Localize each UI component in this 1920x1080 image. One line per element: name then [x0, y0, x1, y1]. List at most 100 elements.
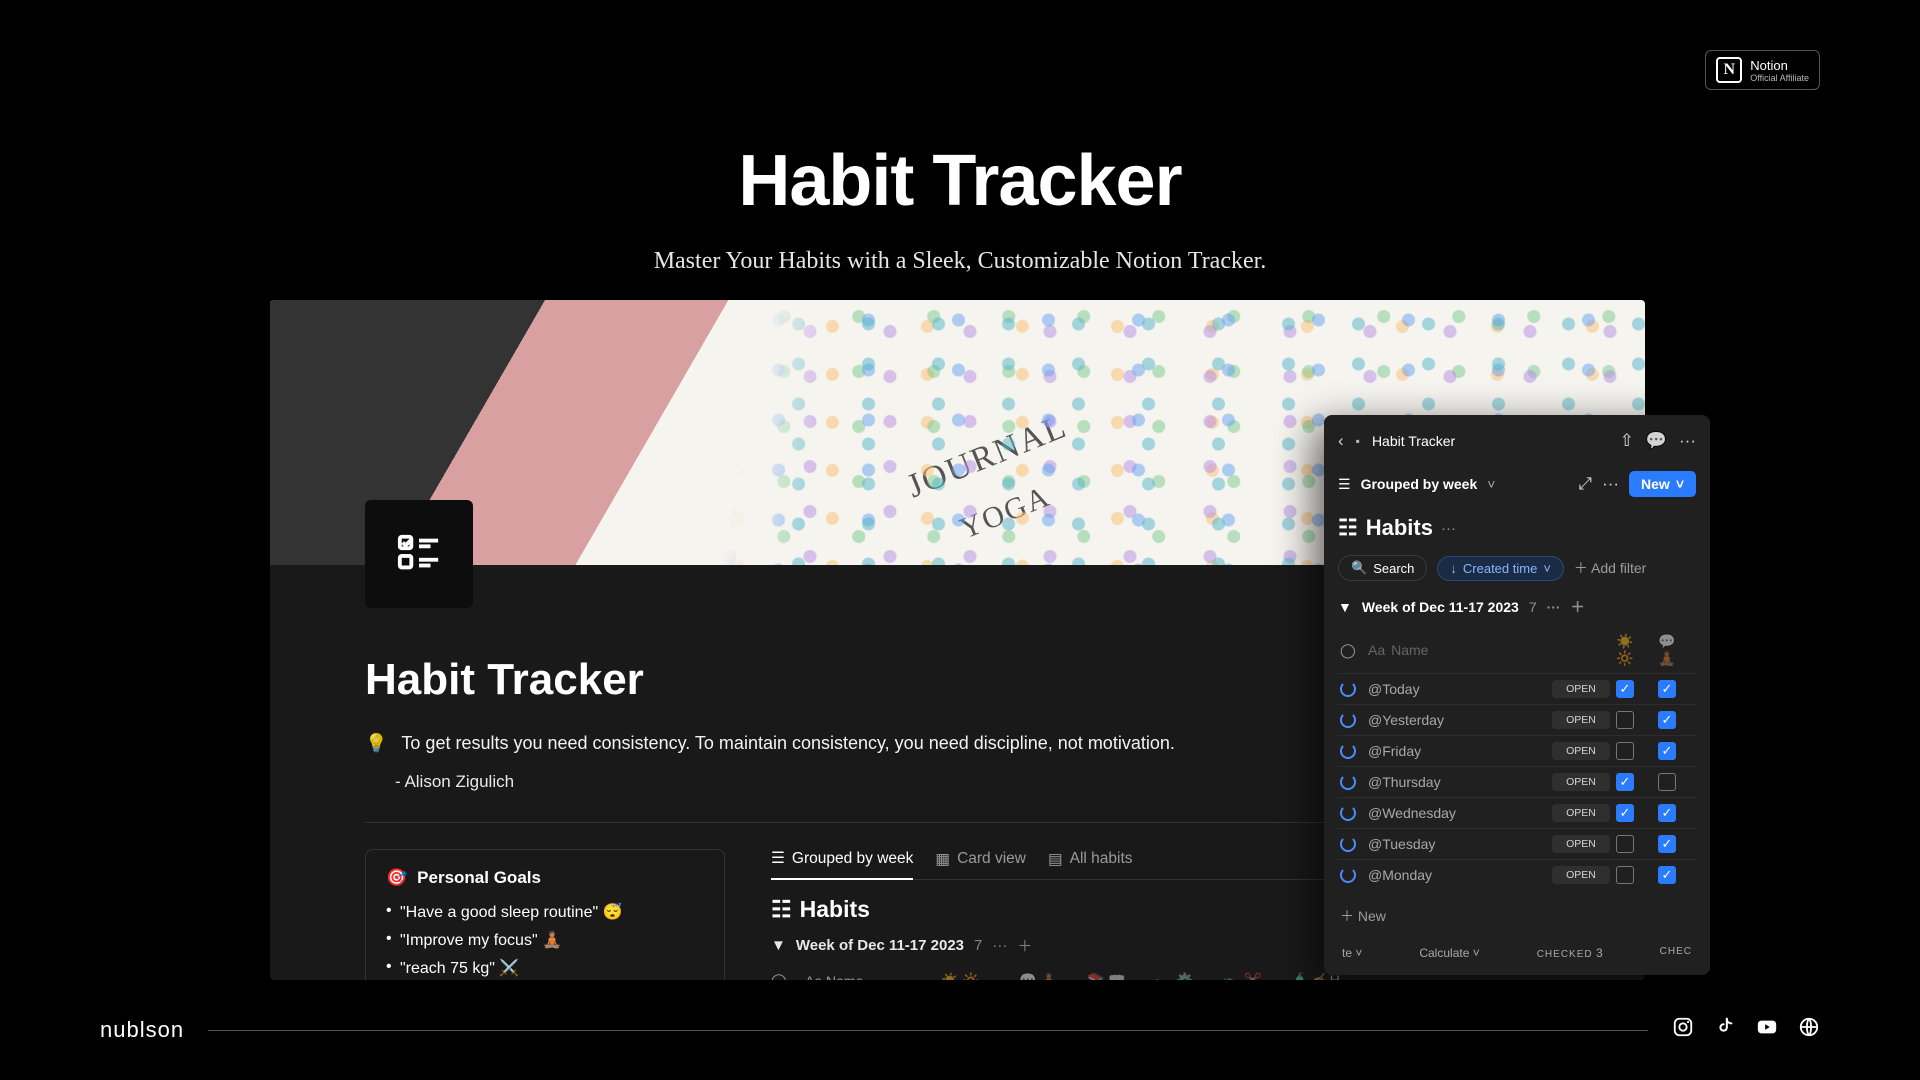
caret-down-icon[interactable]: ▼ [771, 937, 786, 954]
list-icon: ☷ [1338, 515, 1358, 541]
plus-icon[interactable]: ＋ [1571, 597, 1585, 617]
checkbox[interactable] [1616, 835, 1634, 853]
checked-label: CHECKED [1537, 949, 1593, 960]
affiliate-brand: Notion [1750, 58, 1788, 73]
cover-handwriting-2: YOGA [955, 480, 1056, 547]
page-footer: nublson [100, 1016, 1820, 1044]
goal-item: "Improve my focus" 🧘🏽 [400, 930, 704, 950]
row-name[interactable]: @Today [1368, 681, 1546, 697]
tiktok-icon[interactable] [1714, 1016, 1736, 1044]
open-button[interactable]: OPEN [1552, 711, 1610, 729]
view-name[interactable]: Grouped by week [1361, 476, 1478, 492]
hero-subtitle: Master Your Habits with a Sleek, Customi… [0, 248, 1920, 275]
table-row[interactable]: @Thursday OPEN [1338, 766, 1696, 797]
checkbox[interactable] [1658, 680, 1676, 698]
row-name[interactable]: @Monday [1368, 867, 1546, 883]
footer-truncated-right: CHEC [1660, 946, 1692, 960]
share-icon[interactable]: ⇧ [1620, 431, 1634, 451]
cover-handwriting-1: JOURNAL [902, 408, 1073, 507]
table-row[interactable]: @Yesterday OPEN [1338, 704, 1696, 735]
more-icon[interactable]: ··· [1602, 474, 1619, 494]
chevron-down-icon: ˅ [1676, 476, 1684, 492]
checkbox[interactable] [1658, 773, 1676, 791]
checkbox[interactable] [1616, 742, 1634, 760]
tab-all-habits[interactable]: ▤All habits [1048, 849, 1133, 869]
more-icon[interactable]: ··· [992, 937, 1007, 954]
checkbox[interactable] [1616, 680, 1634, 698]
grid-icon: ▦ [935, 850, 950, 869]
new-row-button[interactable]: ＋ New [1338, 900, 1696, 932]
notion-logo-icon: N [1716, 57, 1742, 83]
checkbox[interactable] [1616, 711, 1634, 729]
progress-spinner-icon [1340, 774, 1356, 790]
checkbox[interactable] [1616, 773, 1634, 791]
page-icon[interactable] [365, 500, 473, 608]
row-name[interactable]: @Friday [1368, 743, 1546, 759]
table-icon: ▤ [1048, 850, 1063, 869]
row-name[interactable]: @Wednesday [1368, 805, 1546, 821]
list-icon: ☷ [771, 896, 792, 923]
checkbox[interactable] [1616, 804, 1634, 822]
checkbox[interactable] [1658, 711, 1676, 729]
goal-item: "Have a good sleep routine" 😴 [400, 902, 704, 922]
breadcrumb[interactable]: Habit Tracker [1372, 433, 1608, 449]
table-row[interactable]: @Today OPEN [1338, 673, 1696, 704]
table-row[interactable]: @Wednesday OPEN [1338, 797, 1696, 828]
open-button[interactable]: OPEN [1552, 866, 1610, 884]
expand-icon[interactable]: ⤢ [1578, 474, 1592, 494]
group-count: 7 [1529, 599, 1537, 615]
sort-created-time[interactable]: ↓ Created time ˅ [1437, 556, 1564, 581]
globe-icon[interactable] [1798, 1016, 1820, 1044]
instagram-icon[interactable] [1672, 1016, 1694, 1044]
panel-title[interactable]: Habits [1366, 515, 1433, 541]
progress-col-head: ◯ [771, 972, 799, 980]
checked-count: 3 [1596, 946, 1603, 960]
table-row[interactable]: @Monday OPEN [1338, 859, 1696, 890]
chevron-down-icon[interactable]: ˅ [1487, 476, 1495, 492]
calculate-menu[interactable]: Calculate ˅ [1419, 946, 1479, 960]
open-button[interactable]: OPEN [1552, 835, 1610, 853]
youtube-icon[interactable] [1756, 1016, 1778, 1044]
comment-icon[interactable]: 💬 [1646, 431, 1667, 451]
checkbox[interactable] [1658, 804, 1676, 822]
hero-title: Habit Tracker [0, 140, 1920, 222]
tab-grouped-by-week[interactable]: ☰Grouped by week [771, 849, 913, 880]
group-label[interactable]: Week of Dec 11-17 2023 [1362, 599, 1519, 615]
table-row[interactable]: @Tuesday OPEN [1338, 828, 1696, 859]
list-icon: ☰ [1338, 476, 1351, 493]
peek-panel: ‹ ▪ Habit Tracker ⇧ 💬 ··· ☰ Grouped by w… [1324, 415, 1710, 975]
plus-icon[interactable]: ＋ [1017, 935, 1032, 956]
open-button[interactable]: OPEN [1552, 804, 1610, 822]
checkbox[interactable] [1658, 835, 1676, 853]
checkbox[interactable] [1616, 866, 1634, 884]
progress-spinner-icon [1340, 681, 1356, 697]
row-name[interactable]: @Thursday [1368, 774, 1546, 790]
more-icon[interactable]: ··· [1547, 599, 1561, 615]
personal-goals-block[interactable]: 🎯Personal Goals "Have a good sleep routi… [365, 849, 725, 980]
quote-text: To get results you need consistency. To … [401, 733, 1174, 754]
row-name[interactable]: @Yesterday [1368, 712, 1546, 728]
checkbox[interactable] [1658, 866, 1676, 884]
notion-affiliate-badge: N Notion Official Affiliate [1705, 50, 1820, 90]
open-button[interactable]: OPEN [1552, 680, 1610, 698]
tab-card-view[interactable]: ▦Card view [935, 849, 1026, 869]
row-name[interactable]: @Tuesday [1368, 836, 1546, 852]
caret-down-icon[interactable]: ▼ [1338, 599, 1352, 615]
new-button[interactable]: New˅ [1629, 471, 1696, 497]
progress-spinner-icon [1340, 743, 1356, 759]
open-button[interactable]: OPEN [1552, 773, 1610, 791]
table-row[interactable]: @Friday OPEN [1338, 735, 1696, 766]
group-label[interactable]: Week of Dec 11-17 2023 [796, 937, 964, 954]
search-button[interactable]: 🔍 Search [1338, 555, 1427, 581]
footer-divider [208, 1030, 1648, 1031]
progress-spinner-icon [1340, 867, 1356, 883]
add-filter-button[interactable]: ＋ Add filter [1574, 558, 1646, 578]
checkbox[interactable] [1658, 742, 1676, 760]
title-more-icon[interactable]: ··· [1441, 520, 1456, 537]
footer-truncated-left[interactable]: te ˅ [1342, 946, 1362, 960]
open-button[interactable]: OPEN [1552, 742, 1610, 760]
goals-heading: Personal Goals [417, 868, 541, 888]
more-icon[interactable]: ··· [1679, 431, 1696, 451]
back-icon[interactable]: ‹ [1338, 431, 1344, 451]
name-col-head: Aa Name [805, 973, 935, 981]
